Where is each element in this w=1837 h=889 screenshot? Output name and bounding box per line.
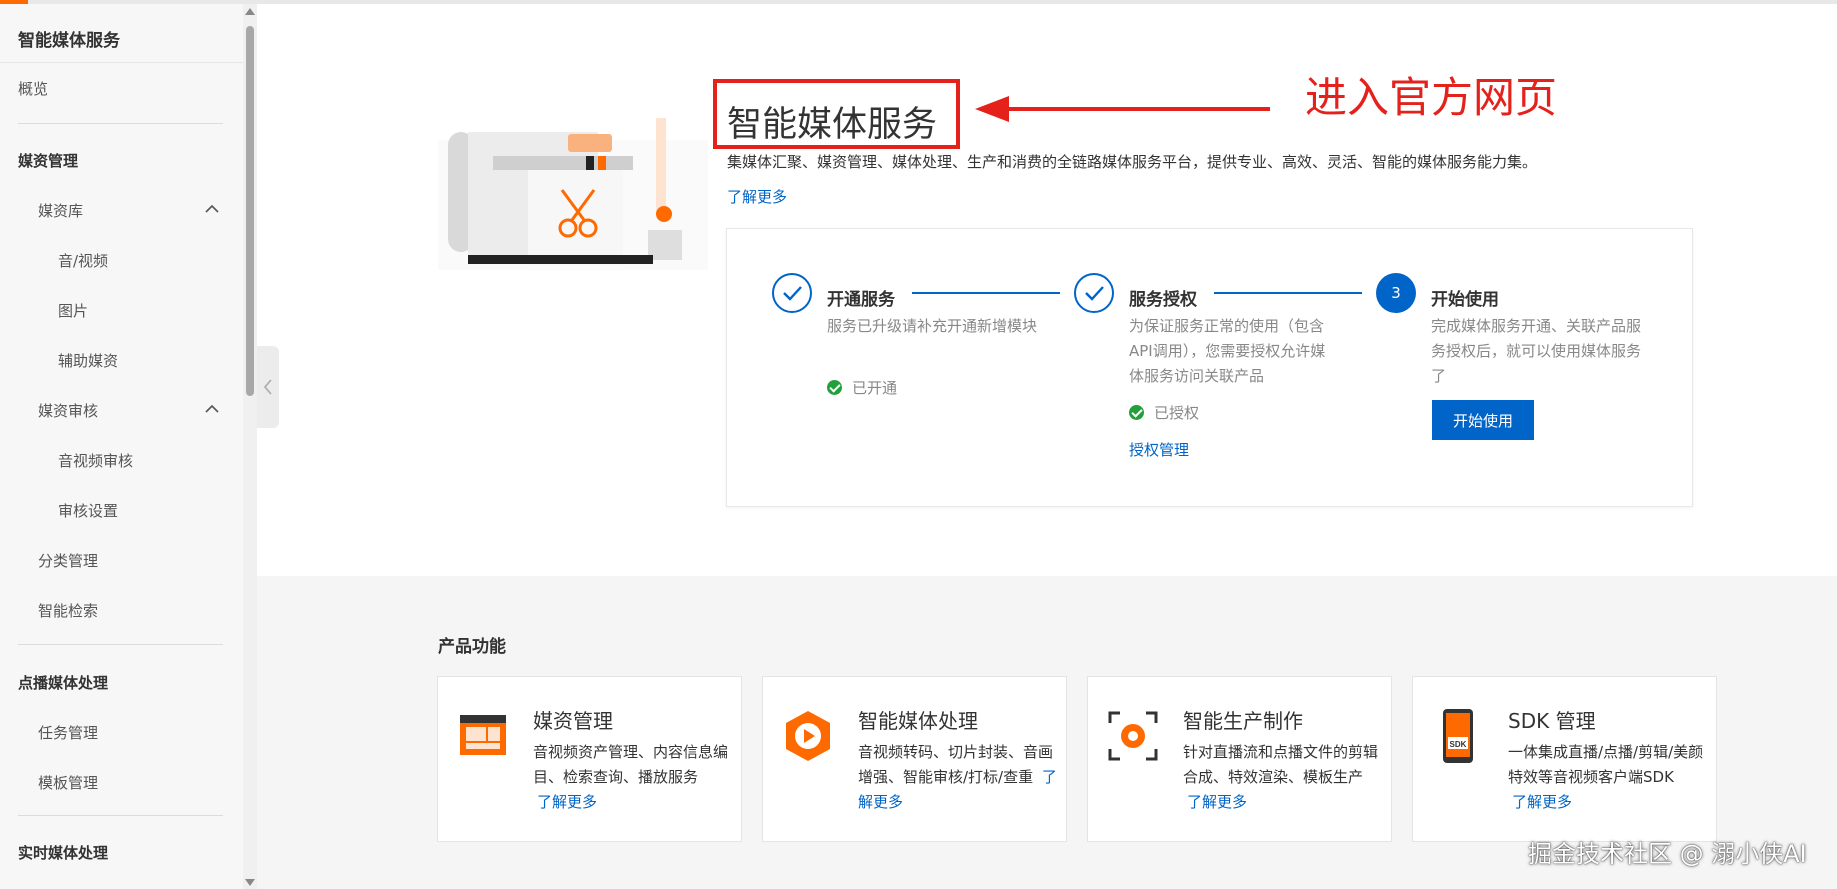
- sidebar-divider: [18, 815, 223, 816]
- hero-learn-more-link[interactable]: 了解更多: [727, 186, 787, 207]
- hero-description: 集媒体汇聚、媒资管理、媒体处理、生产和消费的全链路媒体服务平台，提供专业、高效、…: [727, 153, 1538, 171]
- production-icon: [1108, 711, 1158, 761]
- sidebar-group-vod: 点播媒体处理: [18, 674, 109, 692]
- step-connector: [1214, 292, 1362, 294]
- product-description: 音视频转码、切片封装、音画增强、智能审核/打标/查重 了解更多: [858, 740, 1058, 815]
- success-check-icon: [1129, 405, 1144, 420]
- sidebar-item-overview[interactable]: 概览: [18, 78, 48, 99]
- sidebar-divider: [0, 62, 243, 63]
- chevron-up-icon[interactable]: [205, 202, 219, 216]
- sidebar-divider: [18, 123, 223, 124]
- product-card-sdk[interactable]: SDK SDK 管理 一体集成直播/点播/剪辑/美颜特效等音视频客户端SDK 了解…: [1412, 676, 1717, 842]
- sidebar-group-media-assets: 媒资管理: [18, 152, 79, 170]
- product-description-text: 音视频转码、切片封装、音画增强、智能审核/打标/查重: [858, 743, 1054, 786]
- product-learn-more-link[interactable]: 了解更多: [537, 793, 597, 811]
- step-1-check: [772, 273, 812, 313]
- sidebar-item-media-review[interactable]: 媒资审核: [38, 400, 98, 421]
- sdk-icon: SDK: [1443, 709, 1473, 763]
- sidebar-title: 智能媒体服务: [18, 31, 120, 51]
- step-1-status: 已开通: [827, 377, 897, 398]
- sidebar: 智能媒体服务 概览 媒资管理 媒资库 音/视频 图片 辅助媒资 媒资审核 音视频…: [0, 4, 243, 889]
- sidebar-item-category-mgmt[interactable]: 分类管理: [38, 550, 98, 571]
- step-3-title: 开始使用: [1431, 290, 1499, 310]
- product-card-production[interactable]: 智能生产制作 针对直播流和点播文件的剪辑合成、特效渲染、模板生产 了解更多: [1087, 676, 1392, 842]
- step-2-title: 服务授权: [1129, 290, 1197, 310]
- sidebar-divider: [18, 644, 223, 645]
- product-learn-more-link[interactable]: 了解更多: [1512, 793, 1572, 811]
- sidebar-item-review-settings[interactable]: 审核设置: [58, 500, 118, 521]
- sidebar-item-images[interactable]: 图片: [58, 300, 88, 321]
- product-title: 智能媒体处理: [858, 709, 978, 733]
- page-title: 智能媒体服务: [727, 105, 938, 145]
- step-3-number: 3: [1376, 273, 1416, 313]
- step-connector: [912, 292, 1060, 294]
- product-card-media-asset[interactable]: 媒资管理 音视频资产管理、内容信息编目、检索查询、播放服务了解更多: [437, 676, 742, 842]
- sidebar-item-aux-media[interactable]: 辅助媒资: [58, 350, 118, 371]
- product-title: SDK 管理: [1508, 709, 1596, 733]
- product-description: 针对直播流和点播文件的剪辑合成、特效渲染、模板生产 了解更多: [1183, 740, 1383, 815]
- product-description-text: 音视频资产管理、内容信息编目、检索查询、播放服务: [533, 743, 729, 786]
- sdk-icon-label: SDK: [1450, 740, 1467, 749]
- step-2-check: [1074, 273, 1114, 313]
- sidebar-item-media-library[interactable]: 媒资库: [38, 200, 83, 221]
- product-title: 智能生产制作: [1183, 709, 1303, 733]
- step-1-description: 服务已升级请补充开通新增模块: [827, 317, 1038, 335]
- media-asset-icon: [460, 715, 506, 755]
- check-icon: [783, 286, 802, 301]
- sidebar-item-task-mgmt[interactable]: 任务管理: [38, 722, 98, 743]
- success-check-icon: [827, 380, 842, 395]
- media-processing-icon: [786, 711, 830, 761]
- product-description-text: 一体集成直播/点播/剪辑/美颜特效等音视频客户端SDK: [1508, 743, 1704, 786]
- section-title-products: 产品功能: [438, 637, 506, 657]
- product-description: 一体集成直播/点播/剪辑/美颜特效等音视频客户端SDK 了解更多: [1508, 740, 1708, 815]
- watermark: 掘金技术社区 @ 溺小侠AI: [1528, 840, 1807, 868]
- step-3-description: 完成媒体服务开通、关联产品服务授权后，就可以使用媒体服务了: [1431, 317, 1642, 385]
- step-2-description: 为保证服务正常的使用（包含API调用），您需要授权允许媒体服务访问关联产品: [1129, 317, 1326, 385]
- sidebar-item-template-mgmt[interactable]: 模板管理: [38, 772, 98, 793]
- product-card-media-processing[interactable]: 智能媒体处理 音视频转码、切片封装、音画增强、智能审核/打标/查重 了解更多: [762, 676, 1067, 842]
- media-illustration: [438, 118, 708, 270]
- authorization-mgmt-link[interactable]: 授权管理: [1129, 439, 1189, 460]
- scroll-down-arrow-icon[interactable]: [245, 879, 255, 886]
- product-description: 音视频资产管理、内容信息编目、检索查询、播放服务了解更多: [533, 740, 733, 815]
- scroll-up-arrow-icon[interactable]: [245, 8, 255, 15]
- annotation-arrow-icon: [975, 96, 1270, 122]
- scroll-thumb[interactable]: [246, 26, 254, 396]
- check-icon: [1085, 286, 1104, 301]
- product-title: 媒资管理: [533, 709, 613, 733]
- sidebar-group-live: 实时媒体处理: [18, 844, 109, 862]
- sidebar-item-av-review[interactable]: 音视频审核: [58, 450, 133, 471]
- step-2-status-text: 已授权: [1154, 404, 1200, 422]
- chevron-up-icon[interactable]: [205, 402, 219, 416]
- step-1-title: 开通服务: [827, 290, 895, 310]
- sidebar-scrollbar[interactable]: [243, 4, 257, 889]
- step-2-status: 已授权: [1129, 402, 1199, 423]
- product-learn-more-link[interactable]: 了解更多: [1187, 793, 1247, 811]
- step-1-status-text: 已开通: [852, 379, 898, 397]
- sidebar-item-audio-video[interactable]: 音/视频: [58, 250, 108, 271]
- chevron-left-icon: [263, 379, 272, 395]
- sidebar-collapse-toggle[interactable]: [257, 346, 279, 428]
- start-using-button[interactable]: 开始使用: [1432, 400, 1534, 440]
- sidebar-item-smart-search[interactable]: 智能检索: [38, 600, 98, 621]
- annotation-text: 进入官方网页: [1305, 73, 1558, 122]
- product-description-text: 针对直播流和点播文件的剪辑合成、特效渲染、模板生产: [1183, 743, 1379, 786]
